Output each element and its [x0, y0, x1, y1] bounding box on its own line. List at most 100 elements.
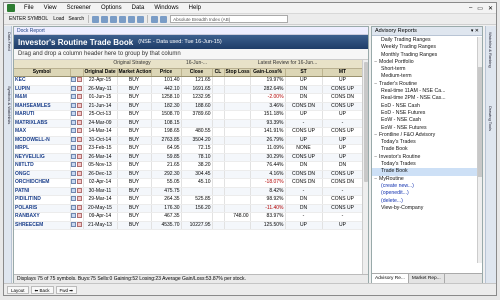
report-icon[interactable] [76, 111, 82, 117]
table-row[interactable]: PIDILITIND 29-Mar-14 BUY 264.35 525.85 98.92%… [14, 195, 363, 205]
col-stop-loss[interactable]: Stop Loss [224, 68, 251, 78]
report-icon[interactable] [76, 153, 82, 159]
tree-item[interactable]: Today's Trades [372, 139, 478, 146]
col-close[interactable]: Close [181, 68, 213, 78]
tab-market-reports[interactable]: Market Rep... [409, 274, 445, 283]
chart-icon[interactable] [70, 204, 76, 210]
menu-options[interactable]: Options [96, 5, 127, 11]
col-market-action[interactable]: Market Action [117, 68, 152, 78]
chart-icon[interactable] [70, 162, 76, 168]
report-icon[interactable] [76, 85, 82, 91]
dock-report-tab[interactable]: Dock Report [14, 27, 368, 35]
chart-icon[interactable] [70, 128, 76, 134]
chart-icon[interactable] [70, 111, 76, 117]
tree-item[interactable]: EoD - NSE Futures [372, 110, 478, 117]
report-icon[interactable] [76, 128, 82, 134]
crosshair-icon[interactable] [119, 15, 127, 23]
tree-item[interactable]: (delete...) [372, 198, 478, 205]
tree-item[interactable]: Monthly Trading Ranges [372, 52, 478, 59]
col-cl[interactable]: CL [212, 68, 225, 78]
table-row[interactable]: MAHSEAMLES 21-Jun-14 BUY 182.30 188.60 3.46% C… [14, 102, 363, 112]
scrollbar-thumb[interactable] [478, 67, 482, 177]
table-row[interactable]: RANBAXY 09-Apr-14 BUY 467.35 748.00 83.97% - - [14, 212, 363, 222]
tree-item[interactable]: (openedit...) [372, 190, 478, 197]
report-icon[interactable] [76, 119, 82, 125]
table-row[interactable]: ONGC 26-Dec-13 BUY 292.30 304.45 4.16% CONS DN… [14, 170, 363, 180]
chart-icon[interactable] [70, 102, 76, 108]
tree-item[interactable]: EoW - NSE Futures [372, 125, 478, 132]
col-st[interactable]: ST [285, 68, 323, 78]
menu-view[interactable]: View [39, 5, 62, 11]
chart-icon[interactable] [70, 153, 76, 159]
tree-group[interactable]: − Frontline / F&O Advisory [372, 132, 478, 139]
tree-item[interactable]: Real-time 2PM - NSE Cas... [372, 95, 478, 102]
tree-item[interactable]: Today's Trades [372, 161, 478, 168]
report-icon[interactable] [76, 187, 82, 193]
tab-data-feed[interactable]: Data Feed [4, 32, 12, 51]
menu-help[interactable]: Help [184, 5, 206, 11]
chart-icon[interactable] [70, 119, 76, 125]
search-button[interactable]: Search [66, 16, 86, 22]
table-row[interactable]: MAX 14-Mar-14 BUY 198.65 480.55 141.91% CONS U… [14, 127, 363, 137]
chart-icon[interactable] [70, 179, 76, 185]
minimize-button[interactable]: – [469, 5, 472, 12]
chart-icon[interactable] [70, 136, 76, 142]
menu-data[interactable]: Data [127, 5, 150, 11]
tab-symbols-watchlists[interactable]: Symbols & Watchlists [4, 86, 12, 124]
report-icon[interactable] [76, 213, 82, 219]
report-icon[interactable] [76, 162, 82, 168]
table-row[interactable]: KEC 22-Apr-15 BUY 101.40 121.65 19.97% UP UP [14, 76, 363, 86]
tree-item[interactable]: Weekly Trading Ranges [372, 44, 478, 51]
col-mt[interactable]: MT [322, 68, 363, 78]
report-icon[interactable] [76, 136, 82, 142]
group-by-hint[interactable]: Drag and drop a column header here to gr… [14, 49, 368, 60]
zoom-out-icon[interactable] [110, 15, 118, 23]
table-row[interactable]: NEYVELILIG 26-Mar-14 BUY 59.85 78.10 30.29% CO… [14, 153, 363, 163]
tree-item[interactable]: Daily Trading Ranges [372, 37, 478, 44]
col-original-date[interactable]: Original Date [83, 68, 118, 78]
chart-icon[interactable] [70, 221, 76, 227]
chart-icon[interactable] [70, 170, 76, 176]
indicator-icon[interactable] [151, 15, 159, 23]
report-icon[interactable] [76, 196, 82, 202]
indicator-select[interactable]: Absolute Breadth Index (AB) [170, 15, 289, 23]
report-icon[interactable] [76, 179, 82, 185]
refresh-icon[interactable] [128, 15, 136, 23]
report-icon[interactable] [76, 170, 82, 176]
chart-icon[interactable] [70, 94, 76, 100]
tree-group[interactable]: − Trader's Routine [372, 81, 478, 88]
table-row[interactable]: MCDOWELL-N 31-Oct-14 BUY 2763.85 3504.20 26.7… [14, 136, 363, 146]
table-row[interactable]: M&M 01-Jun-15 BUY 1258.10 1232.95 -2.00% DN CON… [14, 93, 363, 103]
tree-item[interactable]: Medium-term [372, 73, 478, 80]
tree-item[interactable]: EoD - NSE Cash [372, 103, 478, 110]
load-button[interactable]: Load [51, 16, 66, 22]
tree-item[interactable]: EoW - NSE Cash [372, 117, 478, 124]
report-icon[interactable] [76, 94, 82, 100]
tab-drawing-tools[interactable]: Drawing Tools [488, 106, 493, 131]
chart-icon[interactable] [70, 187, 76, 193]
tree-group[interactable]: − Model Portfolio [372, 59, 478, 66]
table-row[interactable]: LUPIN 26-May-11 BUY 442.10 1691.65 282.64% DN C… [14, 85, 363, 95]
table-row[interactable]: ORCHIDCHEM 02-Apr-14 BUY 55.05 45.10 -18.07% C… [14, 178, 363, 188]
maximize-button[interactable]: ▭ [477, 5, 483, 12]
table-row[interactable]: POLARIS 20-May-15 BUY 176.30 156.20 -11.40% DN… [14, 204, 363, 214]
enter-symbol-field[interactable]: ENTER SYMBOL [6, 16, 51, 22]
chart-icon[interactable] [70, 145, 76, 151]
tree-item[interactable]: Trade Book [372, 168, 478, 176]
report-icon[interactable] [76, 204, 82, 210]
tree-group[interactable]: − MyRoutine [372, 176, 478, 183]
table-row[interactable]: PATNI 30-Mar-11 BUY 475.75 8.42% - - [14, 187, 363, 197]
chart-icon[interactable] [70, 85, 76, 91]
layout-button[interactable]: Layout [7, 285, 29, 294]
print-icon[interactable] [137, 15, 145, 23]
table-row[interactable]: MRPL 23-Feb-15 BUY 64.95 72.15 11.09% NONE UP [14, 144, 363, 154]
zoom-in-icon[interactable] [101, 15, 109, 23]
col-gain-loss[interactable]: Gain-Loss% [250, 68, 286, 78]
table-row[interactable]: SHREECEM 21-May-13 BUY 4535.70 10227.95 125.5… [14, 221, 363, 231]
col-icons[interactable] [70, 68, 84, 78]
table-row[interactable]: MATRIXLABS 24-Mar-09 BUY 108.15 93.39% - - [14, 119, 363, 129]
tree-group[interactable]: − Investor's Routine [372, 154, 478, 161]
report-icon[interactable] [76, 102, 82, 108]
advisory-scrollbar[interactable] [477, 37, 482, 263]
grid-vertical-scrollbar[interactable] [362, 60, 368, 274]
